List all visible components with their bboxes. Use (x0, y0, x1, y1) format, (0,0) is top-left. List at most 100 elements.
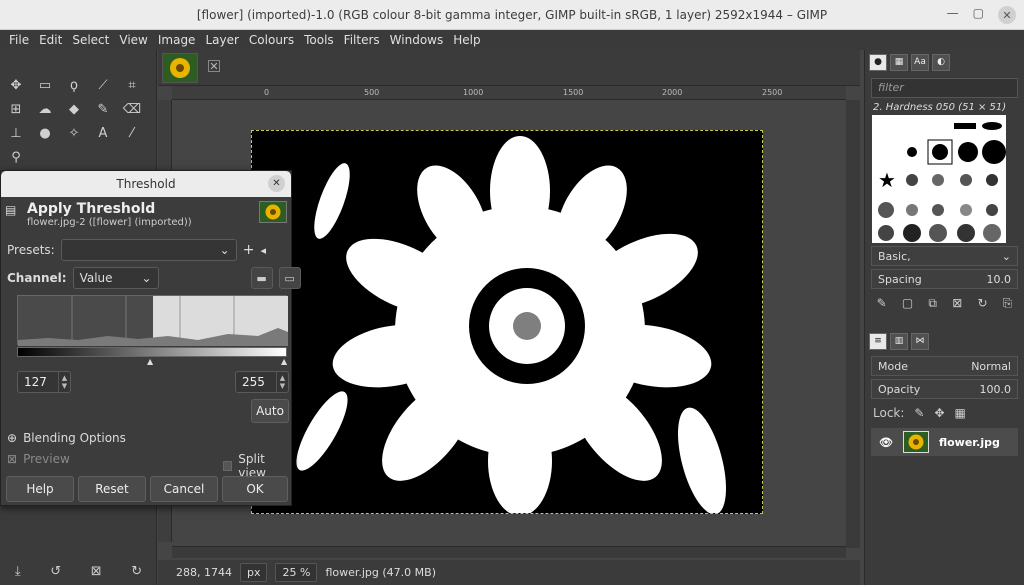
zoom-tool-icon[interactable]: ⚲ (4, 146, 28, 168)
cancel-button[interactable]: Cancel (150, 476, 218, 502)
vertical-scrollbar[interactable] (846, 100, 860, 548)
menu-tools[interactable]: Tools (299, 33, 339, 47)
status-bar: 288, 1744 px 25 % flower.jpg (47.0 MB) (158, 560, 860, 585)
reset-icon[interactable]: ↻ (131, 564, 142, 579)
channel-select[interactable]: Value ⌄ (72, 267, 159, 289)
rect-select-icon[interactable]: ▭ (33, 74, 57, 96)
close-window-icon[interactable]: ✕ (998, 6, 1016, 24)
restore-icon[interactable]: ↺ (50, 564, 61, 579)
layer-item[interactable]: 👁 flower.jpg (871, 428, 1018, 456)
high-handle-icon[interactable]: ▲ (281, 357, 287, 366)
menu-colours[interactable]: Colours (244, 33, 299, 47)
refresh-brushes-icon[interactable]: ↻ (977, 296, 987, 311)
save-options-icon[interactable]: ⤓ (15, 564, 21, 579)
duplicate-brush-icon[interactable]: ⧉ (928, 296, 937, 311)
brush-dock-tabs: ● ▦ Aa ◐ (865, 50, 1024, 74)
auto-button[interactable]: Auto (251, 399, 289, 423)
lock-position-icon[interactable]: ✥ (934, 406, 944, 420)
histogram[interactable] (17, 295, 288, 346)
preset-menu-icon[interactable]: ◂ (260, 244, 266, 257)
brush-preset-value: Basic, (878, 249, 911, 263)
bucket-fill-icon[interactable]: ◆ (62, 98, 86, 120)
crop-icon[interactable]: ⌗ (120, 74, 144, 96)
low-threshold-input[interactable]: 127 ▲ ▼ (17, 371, 71, 393)
eraser-icon[interactable]: ⌫ (120, 98, 144, 120)
preview-checkbox-icon[interactable]: ⊠ (7, 452, 17, 466)
dialog-header: ▤ Apply Threshold flower.jpg-2 ([flower]… (1, 197, 291, 231)
text-tool-icon[interactable]: A (91, 122, 115, 144)
blending-options-row[interactable]: ⊕ Blending Options (7, 431, 126, 445)
maximize-icon[interactable]: ▢ (973, 6, 984, 24)
menu-layer[interactable]: Layer (200, 33, 243, 47)
smudge-icon[interactable]: ● (33, 122, 57, 144)
paths-tab-icon[interactable]: ⋈ (911, 332, 929, 350)
menu-select[interactable]: Select (67, 33, 114, 47)
opacity-field[interactable]: Opacity 100.0 (871, 379, 1018, 399)
color-picker-icon[interactable]: ⁄ (120, 122, 144, 144)
brush-thumbnails: ★ (878, 122, 1006, 242)
presets-select[interactable]: ⌄ (60, 239, 237, 261)
minimize-icon[interactable]: — (947, 6, 959, 24)
image-canvas[interactable] (251, 130, 763, 514)
lock-alpha-icon[interactable]: ▦ (955, 406, 966, 420)
layer-mode-select[interactable]: Mode Normal (871, 356, 1018, 376)
help-button[interactable]: Help (6, 476, 74, 502)
zoom-select[interactable]: 25 % (275, 563, 318, 582)
preview-row[interactable]: ⊠ Preview (7, 452, 70, 466)
reset-button[interactable]: Reset (78, 476, 146, 502)
image-tab-thumbnail[interactable] (162, 53, 198, 83)
transform-icon[interactable]: ⊞ (4, 98, 28, 120)
horizontal-scrollbar[interactable] (172, 546, 846, 558)
ok-button[interactable]: OK (222, 476, 288, 502)
low-handle-icon[interactable]: ▲ (147, 357, 153, 366)
menu-edit[interactable]: Edit (34, 33, 67, 47)
chevron-down-icon: ⌄ (1001, 249, 1011, 263)
unit-select[interactable]: px (239, 563, 268, 582)
brush-filter-input[interactable]: filter (871, 78, 1018, 98)
presets-row: Presets: ⌄ + ◂ (7, 239, 266, 261)
flower-thumbnail-icon (170, 58, 190, 78)
image-tabs: ✕ (158, 50, 860, 86)
spacing-field[interactable]: Spacing 10.0 (871, 269, 1018, 289)
gradients-tab-icon[interactable]: ◐ (932, 53, 950, 71)
new-brush-icon[interactable]: ▢ (902, 296, 913, 311)
high-threshold-input[interactable]: 255 ▲ ▼ (235, 371, 289, 393)
menu-view[interactable]: View (114, 33, 152, 47)
paintbrush-icon[interactable]: ✎ (91, 98, 115, 120)
menu-image[interactable]: Image (153, 33, 201, 47)
patterns-tab-icon[interactable]: ▦ (890, 53, 908, 71)
expander-plus-icon[interactable]: ⊕ (7, 431, 17, 445)
menu-file[interactable]: File (4, 33, 34, 47)
channels-tab-icon[interactable]: ▥ (890, 332, 908, 350)
spin-arrows-icon[interactable]: ▲ ▼ (58, 372, 70, 392)
visibility-eye-icon[interactable]: 👁 (879, 436, 893, 449)
edit-brush-icon[interactable]: ✎ (877, 296, 887, 311)
lasso-icon[interactable]: ϙ (62, 74, 86, 96)
menu-filters[interactable]: Filters (339, 33, 385, 47)
chevron-down-icon: ⌄ (219, 243, 230, 257)
delete-icon[interactable]: ⊠ (91, 564, 102, 579)
fuzzy-select-icon[interactable]: ⟋ (91, 74, 115, 96)
brush-grid[interactable]: ★ (872, 115, 1006, 243)
close-tab-icon[interactable]: ✕ (208, 60, 220, 73)
open-as-image-icon[interactable]: ⎘ (1003, 296, 1013, 311)
linear-histogram-button[interactable]: ▬ (250, 267, 273, 289)
layers-tab-icon[interactable]: ≡ (869, 332, 887, 350)
warp-icon[interactable]: ☁ (33, 98, 57, 120)
brushes-tab-icon[interactable]: ● (869, 53, 887, 71)
spin-arrows-icon[interactable]: ▲ ▼ (276, 372, 288, 392)
lock-pixels-icon[interactable]: ✎ (914, 406, 924, 420)
close-icon[interactable]: ✕ (268, 175, 285, 192)
paths-icon[interactable]: ✧ (62, 122, 86, 144)
add-preset-icon[interactable]: + (243, 242, 255, 258)
delete-brush-icon[interactable]: ⊠ (952, 296, 962, 311)
move-tool-icon[interactable]: ✥ (4, 74, 28, 96)
clone-icon[interactable]: ⊥ (4, 122, 28, 144)
log-histogram-button[interactable]: ▭ (278, 267, 301, 289)
split-view-checkbox-icon[interactable] (223, 461, 233, 471)
file-info: flower.jpg (47.0 MB) (325, 566, 436, 579)
menu-windows[interactable]: Windows (385, 33, 449, 47)
menu-help[interactable]: Help (448, 33, 485, 47)
fonts-tab-icon[interactable]: Aa (911, 53, 929, 71)
brush-preset-select[interactable]: Basic, ⌄ (871, 246, 1018, 266)
